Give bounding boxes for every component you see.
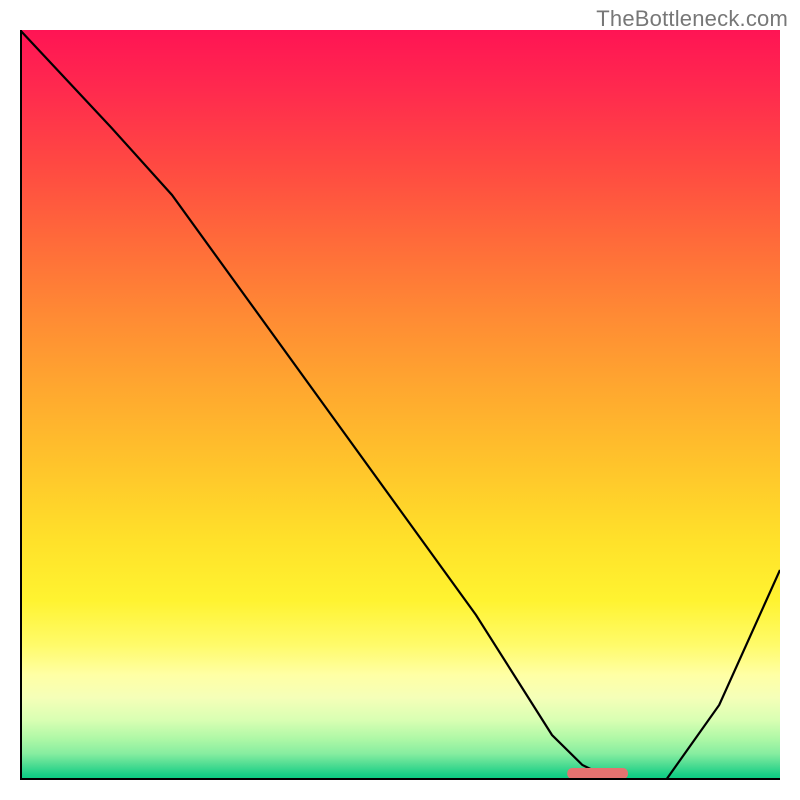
- attribution-text: TheBottleneck.com: [596, 6, 788, 32]
- bottleneck-curve-path: [20, 30, 780, 780]
- chart-container: TheBottleneck.com: [0, 0, 800, 800]
- plot-area: [20, 30, 780, 780]
- chart-svg: [20, 30, 780, 780]
- bottleneck-marker: [567, 768, 628, 779]
